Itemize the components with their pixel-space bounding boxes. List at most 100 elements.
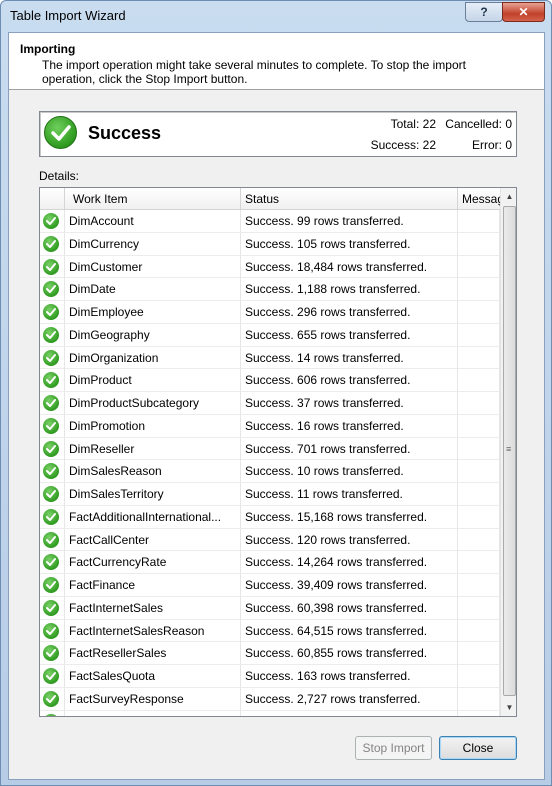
table-import-wizard-window: Table Import Wizard ? ✕ Importing The im… bbox=[0, 0, 552, 786]
status-cell: Success. 2,727 rows transferred. bbox=[241, 687, 458, 710]
work-item-cell: DimProduct bbox=[65, 369, 241, 392]
work-item-cell: DimAccount bbox=[65, 210, 241, 232]
status-cell: Success. 105 rows transferred. bbox=[241, 232, 458, 255]
column-header-message[interactable]: Message bbox=[458, 188, 511, 210]
success-check-icon bbox=[43, 326, 59, 343]
success-check-icon bbox=[43, 645, 59, 662]
status-cell: Success. 64,515 rows transferred. bbox=[241, 619, 458, 642]
row-icon-cell bbox=[40, 619, 65, 642]
row-icon-cell bbox=[40, 232, 65, 255]
vertical-scrollbar[interactable]: ▲ ≡ ▼ bbox=[500, 188, 516, 716]
table-row[interactable]: FactSurveyResponse Success. 2,727 rows tr… bbox=[40, 687, 500, 711]
grid-rows: DimAccount Success. 99 rows transferred. D… bbox=[40, 210, 500, 716]
message-cell bbox=[458, 596, 500, 619]
table-row[interactable]: DimCustomer Success. 18,484 rows transfer… bbox=[40, 255, 500, 279]
title-bar[interactable]: Table Import Wizard ? ✕ bbox=[1, 1, 551, 31]
column-header-icon[interactable] bbox=[40, 188, 65, 210]
table-row[interactable]: DimAccount Success. 99 rows transferred. bbox=[40, 210, 500, 233]
row-icon-cell bbox=[40, 528, 65, 551]
success-check-icon bbox=[43, 213, 59, 229]
window-title: Table Import Wizard bbox=[10, 8, 126, 23]
work-item-cell: DimSalesTerritory bbox=[65, 483, 241, 505]
table-row[interactable]: FactCallCenter Success. 120 rows transfer… bbox=[40, 528, 500, 552]
table-row[interactable]: FactAdditionalInternational... Success. 1… bbox=[40, 505, 500, 529]
row-icon-cell bbox=[40, 642, 65, 665]
scroll-down-icon[interactable]: ▼ bbox=[501, 699, 516, 716]
close-button[interactable]: Close bbox=[439, 736, 517, 760]
success-check-icon bbox=[43, 690, 59, 707]
table-row[interactable]: DimEmployee Success. 296 rows transferred… bbox=[40, 301, 500, 324]
success-check-icon bbox=[43, 577, 59, 593]
stop-import-button[interactable]: Stop Import bbox=[355, 736, 432, 760]
work-item-cell: FactSurveyResponse bbox=[65, 687, 241, 710]
success-check-icon bbox=[43, 668, 59, 684]
table-row[interactable]: DimOrganization Success. 14 rows transfer… bbox=[40, 346, 500, 370]
message-cell bbox=[458, 483, 500, 505]
row-icon-cell bbox=[40, 210, 65, 232]
work-item-cell: FactCurrencyRate bbox=[65, 551, 241, 574]
table-row[interactable]: DimGeography Success. 655 rows transferre… bbox=[40, 323, 500, 347]
table-row[interactable]: DimCurrency Success. 105 rows transferred… bbox=[40, 232, 500, 256]
work-item-cell: DimCustomer bbox=[65, 255, 241, 278]
success-check-icon bbox=[43, 463, 59, 480]
message-cell bbox=[458, 278, 500, 301]
success-check-icon bbox=[43, 554, 59, 571]
row-icon-cell bbox=[40, 483, 65, 505]
table-row[interactable]: DimSalesTerritory Success. 11 rows transf… bbox=[40, 483, 500, 506]
scrollbar-thumb[interactable]: ≡ bbox=[503, 206, 516, 696]
message-cell bbox=[458, 392, 500, 414]
summary-status-text: Success bbox=[88, 123, 162, 143]
table-row[interactable]: FactInternetSales Success. 60,398 rows tr… bbox=[40, 596, 500, 620]
status-cell: Success. 99 rows transferred. bbox=[241, 210, 458, 232]
table-row[interactable] bbox=[40, 710, 500, 716]
table-row[interactable]: DimDate Success. 1,188 rows transferred. bbox=[40, 278, 500, 301]
table-row[interactable]: DimProductSubcategory Success. 37 rows tr… bbox=[40, 392, 500, 415]
summary-status-box: Success Total: 22 Cancelled: 0 Success: … bbox=[39, 111, 517, 157]
work-item-cell: DimSalesReason bbox=[65, 460, 241, 483]
column-header-work-item[interactable]: Work Item bbox=[65, 188, 241, 210]
table-row[interactable]: FactFinance Success. 39,409 rows transfer… bbox=[40, 574, 500, 597]
row-icon-cell bbox=[40, 346, 65, 369]
row-icon-cell bbox=[40, 551, 65, 574]
table-row[interactable]: FactResellerSales Success. 60,855 rows tr… bbox=[40, 642, 500, 665]
status-cell: Success. 15,168 rows transferred. bbox=[241, 505, 458, 528]
table-row[interactable]: FactCurrencyRate Success. 14,264 rows tra… bbox=[40, 551, 500, 574]
success-check-icon bbox=[43, 713, 59, 716]
table-row[interactable]: FactInternetSalesReason Success. 64,515 r… bbox=[40, 619, 500, 643]
message-cell bbox=[458, 574, 500, 596]
work-item-cell: DimProductSubcategory bbox=[65, 392, 241, 414]
message-cell bbox=[458, 687, 500, 710]
success-check-icon bbox=[43, 622, 59, 639]
status-cell: Success. 606 rows transferred. bbox=[241, 369, 458, 392]
success-check-icon bbox=[43, 281, 59, 298]
table-row[interactable]: DimSalesReason Success. 10 rows transferr… bbox=[40, 460, 500, 483]
message-cell bbox=[458, 551, 500, 574]
work-item-cell: DimCurrency bbox=[65, 232, 241, 255]
message-cell bbox=[458, 505, 500, 528]
message-cell bbox=[458, 528, 500, 551]
work-item-cell: DimEmployee bbox=[65, 301, 241, 323]
message-cell bbox=[458, 255, 500, 278]
window-close-button[interactable]: ✕ bbox=[502, 2, 545, 22]
message-cell bbox=[458, 710, 500, 716]
scroll-up-icon[interactable]: ▲ bbox=[501, 188, 516, 205]
table-row[interactable]: DimReseller Success. 701 rows transferred… bbox=[40, 437, 500, 461]
work-item-cell: FactFinance bbox=[65, 574, 241, 596]
success-check-icon bbox=[43, 235, 59, 252]
help-button[interactable]: ? bbox=[465, 2, 503, 22]
message-cell bbox=[458, 460, 500, 483]
message-cell bbox=[458, 323, 500, 346]
table-row[interactable]: DimPromotion Success. 16 rows transferred… bbox=[40, 414, 500, 438]
error-count: Error: 0 bbox=[471, 138, 512, 152]
work-item-cell: DimGeography bbox=[65, 323, 241, 346]
work-item-cell: FactInternetSales bbox=[65, 596, 241, 619]
table-row[interactable]: FactSalesQuota Success. 163 rows transfer… bbox=[40, 665, 500, 688]
status-cell: Success. 120 rows transferred. bbox=[241, 528, 458, 551]
message-cell bbox=[458, 437, 500, 460]
column-header-status[interactable]: Status bbox=[241, 188, 458, 210]
message-cell bbox=[458, 665, 500, 687]
row-icon-cell bbox=[40, 301, 65, 323]
details-grid[interactable]: Work Item Status Message DimAccount Succe… bbox=[39, 187, 517, 717]
table-row[interactable]: DimProduct Success. 606 rows transferred. bbox=[40, 369, 500, 392]
status-cell: Success. 296 rows transferred. bbox=[241, 301, 458, 323]
